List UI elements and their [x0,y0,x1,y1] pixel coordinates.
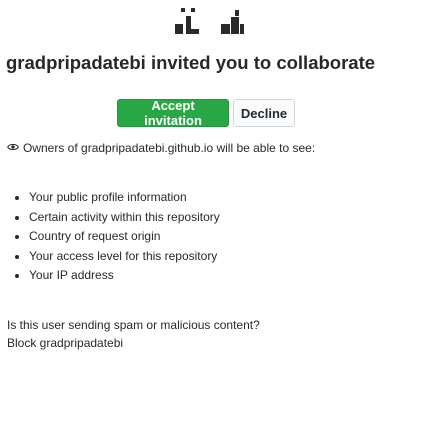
spam-question: Is this user sending spam or malicious c… [7,318,260,332]
block-user-link[interactable]: Block gradpripadatebi [7,334,260,352]
list-item: Certain activity within this repository [29,208,220,228]
list-item: Your access level for this repository [29,247,220,267]
spam-report-section: Is this user sending spam or malicious c… [7,316,260,352]
inviter-avatar [175,8,199,34]
avatar-group [0,0,423,60]
invitee-avatar [221,10,244,34]
list-item: Your IP address [29,266,220,286]
list-item: Country of request origin [29,227,220,247]
eye-icon [7,143,19,151]
accept-invitation-button[interactable]: Accept invitation [117,98,229,128]
list-item: Your public profile information [29,188,220,208]
invitation-actions: Accept invitation Decline [117,98,295,128]
visibility-notice-text: Owners of gradpripadatebi.github.io will… [23,141,316,155]
invitation-headline: gradpripadatebi invited you to collabora… [6,52,376,73]
permissions-list: Your public profile information Certain … [7,188,220,286]
visibility-notice: Owners of gradpripadatebi.github.io will… [7,139,417,157]
decline-button[interactable]: Decline [233,99,295,127]
